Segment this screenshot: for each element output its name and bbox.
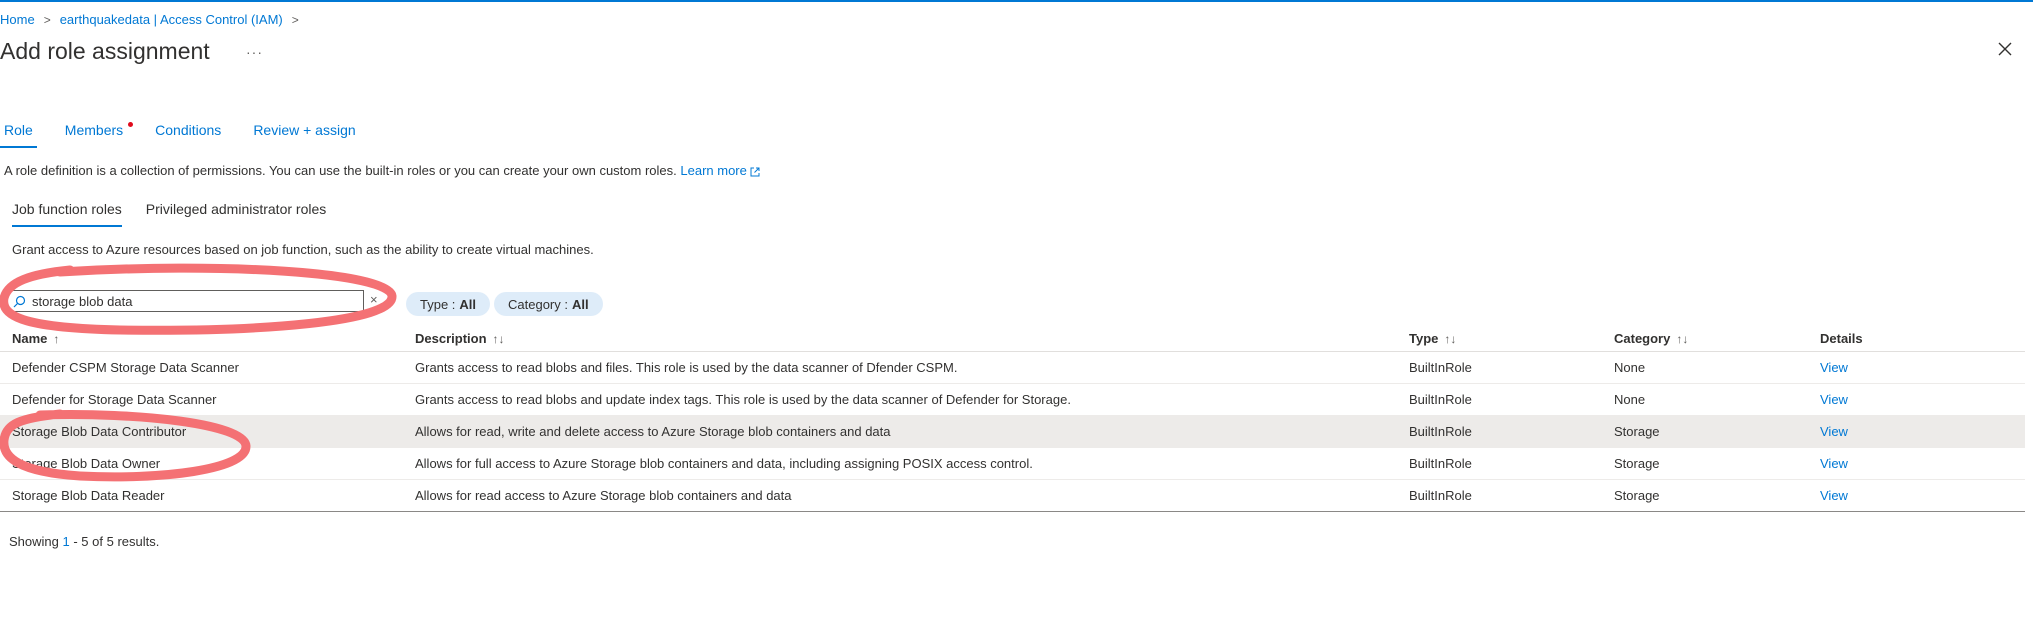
role-category: Storage [1614,456,1660,471]
view-details-link[interactable]: View [1820,456,1848,471]
results-suffix: - 5 of 5 results. [73,534,160,549]
top-accent-line [0,0,2033,2]
tab-conditions[interactable]: Conditions [151,122,225,148]
view-details-link[interactable]: View [1820,360,1848,375]
search-input[interactable] [32,293,332,309]
role-category: Storage [1614,424,1660,439]
column-header-type-label: Type [1409,330,1439,346]
search-icon [13,295,26,307]
column-header-details: Details [1820,330,1863,346]
tab-members[interactable]: Members [61,122,134,148]
category-filter-label: Category : [508,296,568,312]
role-name: Defender CSPM Storage Data Scanner [12,360,239,375]
role-name: Defender for Storage Data Scanner [12,392,217,407]
role-description-cell: Allows for read access to Azure Storage … [415,488,792,503]
external-link-icon [750,167,760,177]
tab-members-label: Members [64,122,124,138]
tab-review-assign[interactable]: Review + assign [249,122,359,148]
tab-privileged-admin-roles[interactable]: Privileged administrator roles [146,201,327,227]
category-filter-value: All [571,296,589,312]
type-filter-pill[interactable]: Type : All [406,292,491,316]
results-prefix: Showing [9,534,59,549]
chevron-right-icon: > [291,12,299,27]
role-type: BuiltInRole [1409,456,1472,471]
table-row[interactable]: Storage Blob Data Contributor Allows for… [0,416,2025,448]
table-row[interactable]: Storage Blob Data Owner Allows for full … [0,448,2025,480]
role-type: BuiltInRole [1409,392,1472,407]
column-header-type[interactable]: Type ↑↓ [1409,331,1456,346]
column-header-description-label: Description [415,330,487,346]
role-category: None [1614,360,1646,375]
type-filter-value: All [459,296,477,312]
role-description-text: A role definition is a collection of per… [4,163,677,178]
tab-bar: Role Members Conditions Review + assign [0,122,384,148]
role-description: A role definition is a collection of per… [4,163,760,178]
page-title: Add role assignment [0,38,210,64]
sort-icon: ↑↓ [1676,331,1689,346]
more-options-button[interactable]: ··· [246,44,263,60]
sort-icon: ↑↓ [492,331,505,346]
role-description-cell: Grants access to read blobs and update i… [415,392,1071,407]
view-details-link[interactable]: View [1820,392,1848,407]
role-description-cell: Allows for read, write and delete access… [415,424,891,439]
role-name: Storage Blob Data Reader [12,488,165,503]
table-row[interactable]: Storage Blob Data Reader Allows for read… [0,480,2025,511]
category-filter-pill[interactable]: Category : All [494,292,603,316]
role-description-cell: Grants access to read blobs and files. T… [415,360,958,375]
learn-more-link[interactable]: Learn more [680,163,760,178]
column-header-name[interactable]: Name ↑ [12,331,59,346]
chevron-right-icon: > [43,12,51,27]
breadcrumb-home[interactable]: Home [0,12,35,27]
breadcrumb: Home > earthquakedata | Access Control (… [0,12,308,27]
sort-icon: ↑ [53,331,60,346]
role-type-tabs: Job function roles Privileged administra… [12,201,350,227]
table-row[interactable]: Defender CSPM Storage Data Scanner Grant… [0,352,2025,384]
grant-text: Grant access to Azure resources based on… [12,242,594,257]
column-header-name-label: Name [12,330,48,346]
role-category: None [1614,392,1646,407]
sort-icon: ↑↓ [1444,331,1457,346]
role-category: Storage [1614,488,1660,503]
roles-table: Name ↑ Description ↑↓ Type ↑↓ Category ↑↓ De… [0,325,2025,512]
results-start: 1 [62,534,70,549]
view-details-link[interactable]: View [1820,424,1848,439]
breadcrumb-resource[interactable]: earthquakedata | Access Control (IAM) [60,12,283,27]
tab-job-function-roles[interactable]: Job function roles [12,201,122,227]
role-description-cell: Allows for full access to Azure Storage … [415,456,1033,471]
role-type: BuiltInRole [1409,488,1472,503]
learn-more-label: Learn more [680,163,747,178]
view-details-link[interactable]: View [1820,488,1848,503]
search-box [6,290,364,312]
annotation-overlay [0,263,397,482]
role-name: Storage Blob Data Contributor [12,424,187,439]
column-header-category[interactable]: Category ↑↓ [1614,331,1688,346]
results-count: Showing 1 - 5 of 5 results. [9,534,159,549]
tab-role[interactable]: Role [0,122,37,148]
role-type: BuiltInRole [1409,360,1472,375]
clear-search-button[interactable]: × [370,292,378,307]
column-header-description[interactable]: Description ↑↓ [415,331,505,346]
role-type: BuiltInRole [1409,424,1472,439]
required-dot-icon [128,122,134,127]
table-header: Name ↑ Description ↑↓ Type ↑↓ Category ↑↓ De… [0,325,2025,352]
close-icon[interactable] [1996,40,2014,58]
column-header-category-label: Category [1614,330,1671,346]
table-row[interactable]: Defender for Storage Data Scanner Grants… [0,384,2025,416]
type-filter-label: Type : [420,296,456,312]
role-name: Storage Blob Data Owner [12,456,161,471]
